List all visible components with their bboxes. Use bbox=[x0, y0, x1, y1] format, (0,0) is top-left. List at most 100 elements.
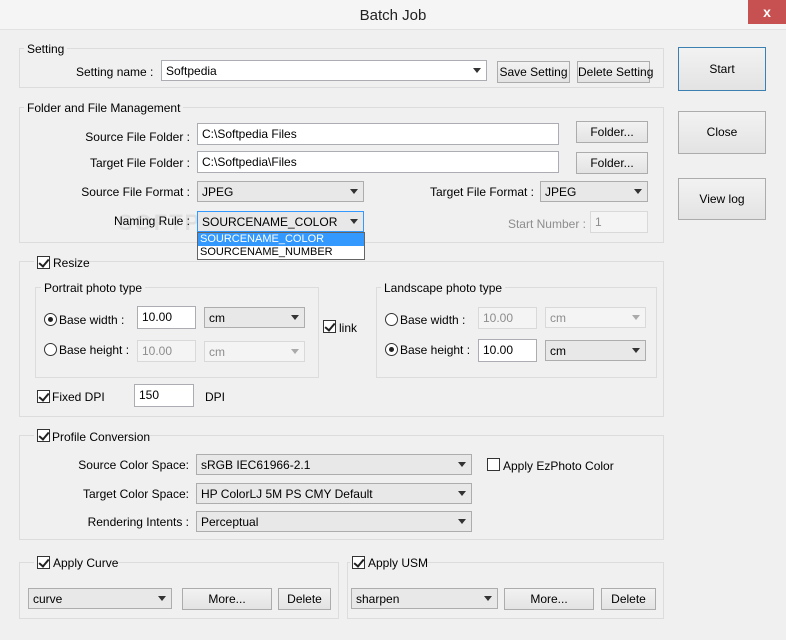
chevron-down-icon bbox=[458, 490, 466, 496]
landscape-base-height-input[interactable]: 10.00 bbox=[478, 339, 537, 362]
apply-usm-label: Apply USM bbox=[368, 556, 429, 570]
target-format-combo[interactable]: JPEG bbox=[540, 181, 648, 202]
naming-rule-label: Naming Rule : bbox=[113, 214, 190, 228]
dpi-unit-label: DPI bbox=[205, 390, 226, 404]
view-log-button[interactable]: View log bbox=[678, 178, 766, 220]
profile-conversion-label: Profile Conversion bbox=[52, 430, 151, 444]
apply-curve-checkbox[interactable] bbox=[37, 556, 50, 569]
chevron-down-icon bbox=[291, 314, 299, 320]
curve-combo[interactable]: curve bbox=[28, 588, 172, 609]
start-button[interactable]: Start bbox=[678, 47, 766, 91]
apply-usm-checkbox[interactable] bbox=[352, 556, 365, 569]
portrait-base-height-radio[interactable] bbox=[44, 343, 57, 356]
source-format-value: JPEG bbox=[202, 185, 234, 199]
portrait-base-width-unit[interactable]: cm bbox=[204, 307, 305, 328]
target-folder-input[interactable]: C:\Softpedia\Files bbox=[197, 151, 559, 173]
resize-checkbox[interactable] bbox=[37, 256, 50, 269]
landscape-base-height-label: Base height : bbox=[400, 343, 471, 357]
chevron-down-icon bbox=[473, 67, 481, 73]
usm-delete-button[interactable]: Delete bbox=[601, 588, 656, 610]
source-color-space-combo[interactable]: sRGB IEC61966-2.1 bbox=[196, 454, 472, 475]
target-folder-button[interactable]: Folder... bbox=[576, 152, 648, 174]
portrait-base-height-label: Base height : bbox=[59, 343, 130, 357]
source-color-space-label: Source Color Space: bbox=[78, 458, 189, 472]
folder-legend: Folder and File Management bbox=[24, 101, 184, 115]
profile-conversion-checkbox[interactable] bbox=[37, 429, 50, 442]
portrait-base-height-input[interactable]: 10.00 bbox=[137, 340, 196, 362]
usm-more-button[interactable]: More... bbox=[504, 588, 594, 610]
portrait-group bbox=[35, 287, 319, 378]
save-setting-button[interactable]: Save Setting bbox=[497, 61, 570, 83]
landscape-group bbox=[376, 287, 657, 378]
naming-rule-dropdown: SOURCENAME_COLOR SOURCENAME_NUMBER bbox=[197, 232, 365, 260]
target-format-value: JPEG bbox=[545, 185, 577, 199]
usm-combo[interactable]: sharpen bbox=[351, 588, 498, 609]
setting-name-label: Setting name : bbox=[76, 65, 154, 79]
landscape-base-width-radio[interactable] bbox=[385, 313, 398, 326]
naming-option-number[interactable]: SOURCENAME_NUMBER bbox=[198, 246, 364, 259]
chevron-down-icon bbox=[632, 314, 640, 320]
portrait-base-width-input[interactable]: 10.00 bbox=[137, 306, 196, 329]
curve-delete-button[interactable]: Delete bbox=[278, 588, 331, 610]
delete-setting-button[interactable]: Delete Setting bbox=[577, 61, 653, 83]
window-title: Batch Job bbox=[359, 7, 427, 24]
chevron-down-icon bbox=[484, 595, 492, 601]
portrait-base-width-radio[interactable] bbox=[44, 313, 57, 326]
resize-label: Resize bbox=[53, 256, 90, 270]
target-color-space-combo[interactable]: HP ColorLJ 5M PS CMY Default bbox=[196, 483, 472, 504]
curve-more-button[interactable]: More... bbox=[182, 588, 272, 610]
landscape-base-height-unit-value: cm bbox=[550, 344, 566, 358]
start-number-label: Start Number : bbox=[507, 217, 586, 231]
landscape-base-height-radio[interactable] bbox=[385, 343, 398, 356]
chevron-down-icon bbox=[458, 518, 466, 524]
portrait-base-height-unit-value: cm bbox=[209, 345, 225, 359]
source-folder-label: Source File Folder : bbox=[85, 130, 190, 144]
link-label: link bbox=[339, 321, 358, 335]
source-folder-button[interactable]: Folder... bbox=[576, 121, 648, 143]
chevron-down-icon bbox=[458, 461, 466, 467]
close-icon: x bbox=[763, 4, 771, 20]
close-button[interactable]: Close bbox=[678, 111, 766, 154]
landscape-base-width-unit-value: cm bbox=[550, 311, 566, 325]
portrait-base-width-label: Base width : bbox=[59, 313, 125, 327]
setting-name-combo[interactable]: Softpedia bbox=[161, 60, 487, 81]
landscape-base-width-input[interactable]: 10.00 bbox=[478, 307, 537, 329]
source-color-space-value: sRGB IEC61966-2.1 bbox=[201, 458, 311, 472]
naming-option-color[interactable]: SOURCENAME_COLOR bbox=[198, 233, 364, 246]
link-checkbox[interactable] bbox=[323, 320, 336, 333]
portrait-base-width-unit-value: cm bbox=[209, 311, 225, 325]
landscape-base-width-label: Base width : bbox=[400, 313, 466, 327]
usm-value: sharpen bbox=[356, 592, 400, 606]
target-folder-label: Target File Folder : bbox=[89, 156, 190, 170]
source-format-combo[interactable]: JPEG bbox=[197, 181, 364, 202]
apply-curve-label: Apply Curve bbox=[53, 556, 119, 570]
source-folder-input[interactable]: C:\Softpedia Files bbox=[197, 123, 559, 145]
chevron-down-icon bbox=[632, 347, 640, 353]
rendering-intents-combo[interactable]: Perceptual bbox=[196, 511, 472, 532]
landscape-base-height-unit[interactable]: cm bbox=[545, 340, 646, 361]
chevron-down-icon bbox=[350, 188, 358, 194]
naming-rule-combo[interactable]: SOURCENAME_COLOR bbox=[197, 211, 364, 232]
rendering-intents-label: Rendering Intents : bbox=[87, 515, 189, 529]
chevron-down-icon bbox=[158, 595, 166, 601]
target-color-space-label: Target Color Space: bbox=[82, 487, 189, 501]
naming-rule-value: SOURCENAME_COLOR bbox=[202, 215, 338, 229]
fixed-dpi-checkbox[interactable] bbox=[37, 390, 50, 403]
setting-name-value: Softpedia bbox=[166, 64, 217, 78]
chevron-down-icon bbox=[634, 188, 642, 194]
target-format-label: Target File Format : bbox=[429, 185, 534, 199]
portrait-legend: Portrait photo type bbox=[41, 281, 146, 295]
fixed-dpi-label: Fixed DPI bbox=[52, 390, 105, 404]
landscape-legend: Landscape photo type bbox=[381, 281, 506, 295]
setting-legend: Setting bbox=[24, 42, 68, 56]
start-number-input[interactable]: 1 bbox=[590, 211, 648, 233]
portrait-base-height-unit[interactable]: cm bbox=[204, 341, 305, 362]
landscape-base-width-unit[interactable]: cm bbox=[545, 307, 646, 328]
close-window-button[interactable]: x bbox=[748, 0, 786, 24]
ezphoto-checkbox[interactable] bbox=[487, 458, 500, 471]
rendering-intents-value: Perceptual bbox=[201, 515, 259, 529]
target-color-space-value: HP ColorLJ 5M PS CMY Default bbox=[201, 487, 373, 501]
dpi-input[interactable]: 150 bbox=[134, 384, 194, 407]
ezphoto-label: Apply EzPhoto Color bbox=[503, 459, 614, 473]
chevron-down-icon bbox=[350, 218, 358, 224]
